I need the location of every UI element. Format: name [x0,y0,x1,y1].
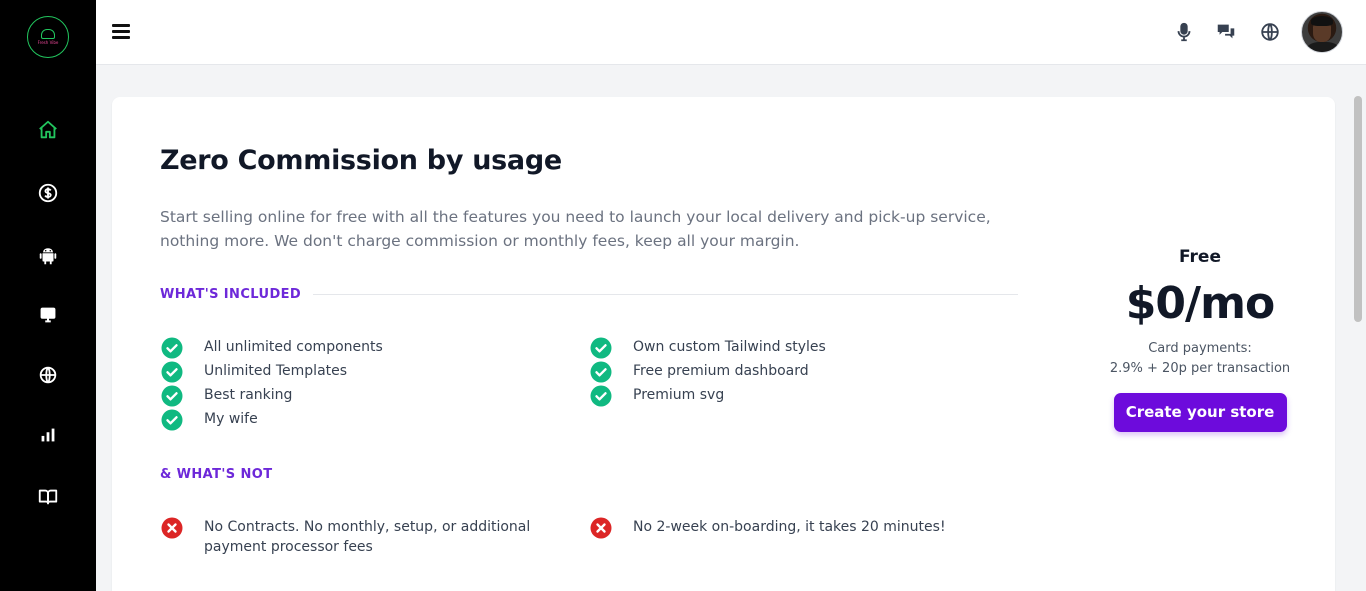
book-icon [38,489,58,505]
brand-logo[interactable]: Fresh Vibe [27,16,69,58]
section-divider [313,294,1018,295]
feature-label: Own custom Tailwind styles [633,339,826,355]
x-circle-icon [590,517,612,539]
sidebar-item-payments[interactable] [33,178,63,208]
feature-label: Premium svg [633,387,725,403]
feature-label: My wife [204,411,258,427]
check-circle-icon [161,409,183,431]
sidebar-item-docs[interactable] [33,482,63,512]
sidebar: Fresh Vibe [0,0,96,591]
x-circle-icon [161,517,183,539]
list-item: Own custom Tailwind styles [590,337,826,359]
sidebar-item-globe[interactable] [33,360,63,390]
desktop-icon [40,307,56,323]
bar-chart-icon [41,428,55,442]
feature-label: All unlimited components [204,339,383,355]
pricing-card: Zero Commission by usage Start selling o… [112,97,1335,591]
dollar-icon [38,183,58,203]
list-item: No Contracts. No monthly, setup, or addi… [161,517,574,557]
included-heading: WHAT'S INCLUDED [160,287,302,302]
menu-toggle-button[interactable] [112,22,134,42]
check-circle-icon [590,337,612,359]
check-circle-icon [161,361,183,383]
voice-button[interactable] [1171,19,1197,45]
home-icon [39,120,57,139]
scrollbar-thumb[interactable] [1354,96,1362,322]
list-item: My wife [161,409,258,431]
sidebar-item-android[interactable] [33,241,63,271]
top-bar [96,0,1366,65]
android-icon [39,248,57,265]
list-item: All unlimited components [161,337,383,359]
plan-price: $0/mo [1125,278,1275,329]
cupcake-icon [41,29,55,39]
create-store-button[interactable]: Create your store [1113,393,1287,432]
check-circle-icon [590,385,612,407]
feature-label: No Contracts. No monthly, setup, or addi… [204,519,531,555]
page-title: Zero Commission by usage [160,145,562,176]
price-panel: Free $0/mo Card payments: 2.9% + 20p per… [1092,247,1308,432]
feature-label: No 2-week on-boarding, it takes 20 minut… [633,519,946,535]
check-circle-icon [590,361,612,383]
avatar[interactable] [1301,11,1343,53]
hamburger-icon [112,24,130,27]
chat-icon [1217,24,1235,39]
pricing-description: Start selling online for free with all t… [160,208,991,250]
sidebar-item-analytics[interactable] [33,420,63,450]
globe-icon [1261,23,1279,41]
globe-icon [39,366,57,384]
list-item: Premium svg [590,385,724,407]
card-payments-rate: 2.9% + 20p per transaction [1109,361,1291,376]
feature-label: Unlimited Templates [204,363,348,379]
sidebar-item-home[interactable] [33,115,63,145]
excluded-heading: & WHAT'S NOT [160,467,273,482]
card-payments-label: Card payments: [1148,341,1252,356]
list-item: Best ranking [161,385,292,407]
messages-button[interactable] [1213,19,1239,45]
sidebar-item-desktop[interactable] [33,300,63,330]
feature-label: Free premium dashboard [633,363,809,379]
list-item: No 2-week on-boarding, it takes 20 minut… [590,517,946,539]
microphone-icon [1177,22,1191,42]
check-circle-icon [161,337,183,359]
list-item: Free premium dashboard [590,361,809,383]
list-item: Unlimited Templates [161,361,347,383]
language-button[interactable] [1257,19,1283,45]
feature-label: Best ranking [204,387,293,403]
brand-name: Fresh Vibe [37,40,59,45]
plan-name: Free [1179,247,1221,267]
check-circle-icon [161,385,183,407]
